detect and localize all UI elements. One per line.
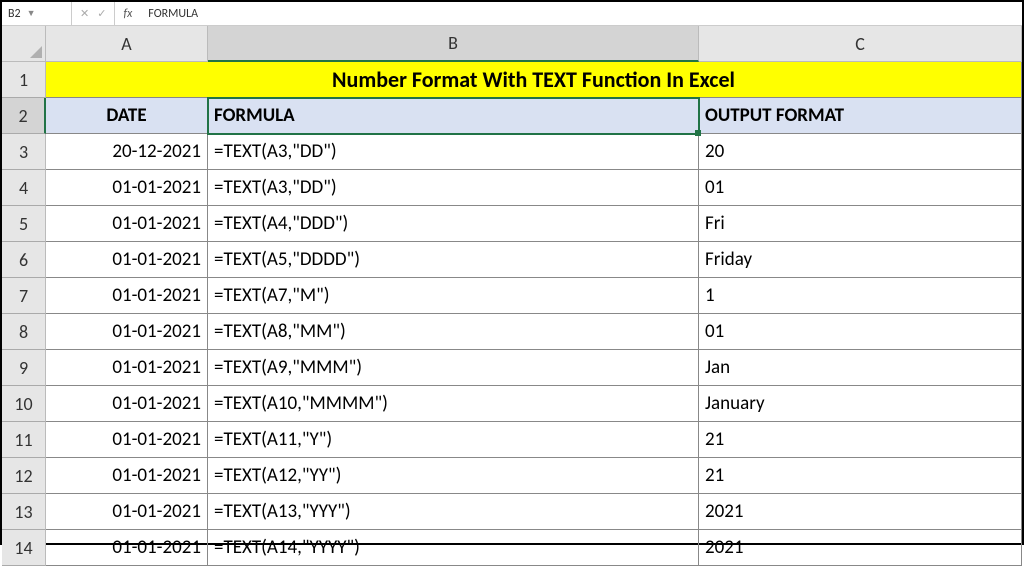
cell-output[interactable]: 2021 [699, 530, 1022, 566]
cell-date[interactable]: 01-01-2021 [46, 530, 208, 566]
row-header[interactable]: 6 [2, 242, 46, 278]
col-header-c[interactable]: C [699, 26, 1022, 62]
spreadsheet-grid: A B C 1 Number Format With TEXT Function… [2, 26, 1022, 566]
formula-input[interactable]: FORMULA [140, 7, 1022, 21]
cell-formula[interactable]: =TEXT(A10,"MMMM") [208, 386, 699, 422]
cell-formula[interactable]: =TEXT(A3,"DD") [208, 134, 699, 170]
row-header[interactable]: 13 [2, 494, 46, 530]
cell-date[interactable]: 01-01-2021 [46, 278, 208, 314]
fx-icon[interactable]: fx [115, 7, 140, 21]
cell-formula[interactable]: =TEXT(A3,"DD") [208, 170, 699, 206]
cell-formula[interactable]: =TEXT(A7,"M") [208, 278, 699, 314]
col-header-b[interactable]: B [208, 26, 699, 62]
cell-formula[interactable]: =TEXT(A5,"DDDD") [208, 242, 699, 278]
row-header[interactable]: 10 [2, 386, 46, 422]
row-header[interactable]: 7 [2, 278, 46, 314]
name-box-value: B2 [8, 7, 21, 21]
cell-date[interactable]: 01-01-2021 [46, 350, 208, 386]
title-cell[interactable]: Number Format With TEXT Function In Exce… [46, 62, 1022, 98]
cancel-icon[interactable]: ✕ [80, 7, 89, 20]
cell-b2[interactable]: FORMULA [208, 98, 699, 134]
cell-date[interactable]: 01-01-2021 [46, 458, 208, 494]
cell-formula[interactable]: =TEXT(A9,"MMM") [208, 350, 699, 386]
cell-date[interactable]: 01-01-2021 [46, 386, 208, 422]
cell-date[interactable]: 01-01-2021 [46, 422, 208, 458]
cell-output[interactable]: 21 [699, 422, 1022, 458]
chevron-down-icon[interactable]: ▼ [27, 8, 36, 19]
cell-formula[interactable]: =TEXT(A12,"YY") [208, 458, 699, 494]
accept-icon[interactable]: ✓ [97, 7, 106, 20]
cell-output[interactable]: Fri [699, 206, 1022, 242]
cell-a2[interactable]: DATE [46, 98, 208, 134]
row-header[interactable]: 1 [2, 62, 46, 98]
name-box[interactable]: B2 ▼ [2, 2, 72, 25]
col-header-a[interactable]: A [46, 26, 208, 62]
formula-bar: B2 ▼ ✕ ✓ fx FORMULA [2, 2, 1022, 26]
row-header[interactable]: 12 [2, 458, 46, 494]
cell-formula[interactable]: =TEXT(A11,"Y") [208, 422, 699, 458]
cell-output[interactable]: 1 [699, 278, 1022, 314]
row-header[interactable]: 2 [2, 98, 46, 134]
cell-output[interactable]: 21 [699, 458, 1022, 494]
row-header[interactable]: 3 [2, 134, 46, 170]
cell-output[interactable]: Friday [699, 242, 1022, 278]
row-header[interactable]: 9 [2, 350, 46, 386]
cell-output[interactable]: 2021 [699, 494, 1022, 530]
cell-date[interactable]: 01-01-2021 [46, 242, 208, 278]
cell-date[interactable]: 20-12-2021 [46, 134, 208, 170]
cell-output[interactable]: January [699, 386, 1022, 422]
row-header[interactable]: 5 [2, 206, 46, 242]
cell-date[interactable]: 01-01-2021 [46, 206, 208, 242]
cell-output[interactable]: 01 [699, 170, 1022, 206]
cell-output[interactable]: Jan [699, 350, 1022, 386]
cell-formula[interactable]: =TEXT(A8,"MM") [208, 314, 699, 350]
row-header[interactable]: 11 [2, 422, 46, 458]
row-header[interactable]: 8 [2, 314, 46, 350]
cell-formula[interactable]: =TEXT(A14,"YYYY") [208, 530, 699, 566]
cell-formula[interactable]: =TEXT(A13,"YYY") [208, 494, 699, 530]
cell-output[interactable]: 01 [699, 314, 1022, 350]
row-header[interactable]: 14 [2, 530, 46, 566]
formula-input-value: FORMULA [148, 7, 198, 21]
select-all-corner[interactable] [2, 26, 46, 62]
cell-date[interactable]: 01-01-2021 [46, 314, 208, 350]
cell-date[interactable]: 01-01-2021 [46, 170, 208, 206]
cell-c2[interactable]: OUTPUT FORMAT [699, 98, 1022, 134]
formula-bar-controls: ✕ ✓ [72, 2, 115, 25]
cell-date[interactable]: 01-01-2021 [46, 494, 208, 530]
cell-formula[interactable]: =TEXT(A4,"DDD") [208, 206, 699, 242]
cell-output[interactable]: 20 [699, 134, 1022, 170]
row-header[interactable]: 4 [2, 170, 46, 206]
